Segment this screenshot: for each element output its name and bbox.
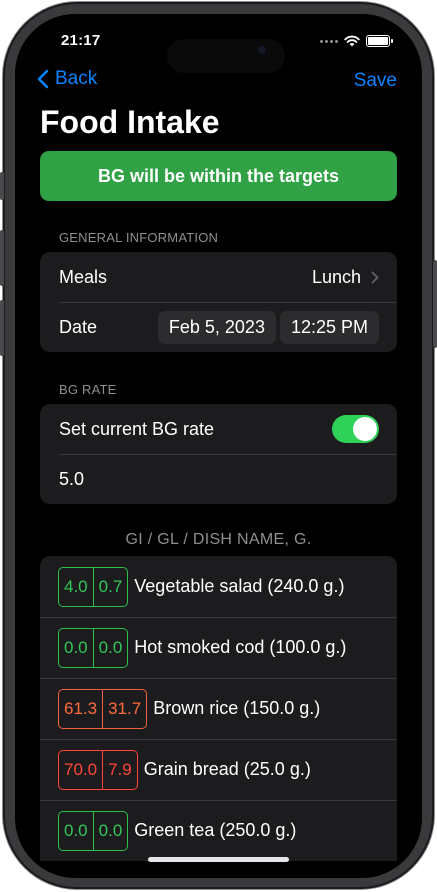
gi-value: 0.0: [64, 637, 88, 657]
gi-gl-badge: 0.0 0.0: [58, 810, 129, 851]
save-button[interactable]: Save: [354, 70, 397, 92]
dynamic-island: [167, 39, 285, 73]
dish-name: Brown rice (150.0 g.): [153, 698, 321, 718]
gi-gl-badge: 0.0 0.0: [58, 627, 129, 668]
food-list-header: GI / GL / DISH NAME, G.: [125, 531, 312, 548]
food-item[interactable]: 70.0 7.9 Grain bread (25.0 g.): [40, 739, 397, 800]
food-item[interactable]: 4.0 0.7 Vegetable salad (240.0 g.): [40, 556, 397, 617]
food-list: 4.0 0.7 Vegetable salad (240.0 g.) 0.0 0…: [40, 556, 397, 861]
gl-value: 7.9: [108, 759, 132, 779]
food-item[interactable]: 61.3 31.7 Brown rice (150.0 g.): [40, 678, 397, 739]
date-label: Date: [59, 316, 98, 337]
battery-icon: [366, 35, 393, 47]
food-item[interactable]: 0.0 0.0 Green tea (250.0 g.): [40, 800, 397, 861]
gi-value: 61.3: [64, 698, 98, 718]
gl-value: 0.0: [98, 820, 123, 840]
meals-value: Lunch: [311, 266, 361, 287]
dish-name: Vegetable salad (240.0 g.): [134, 576, 345, 596]
toggle-knob: [353, 417, 377, 441]
action-button: [0, 172, 4, 200]
row-divider: [40, 617, 397, 618]
gi-gl-badge: 70.0 7.9: [58, 749, 138, 790]
bg-rate-value-row[interactable]: 5.0: [40, 454, 397, 504]
row-divider: [40, 678, 397, 679]
status-icons: [320, 35, 393, 47]
gl-value: 31.7: [108, 698, 142, 718]
dish-name: Grain bread (25.0 g.): [143, 759, 311, 779]
bg-rate-group: Set current BG rate 5.0: [40, 404, 397, 504]
cellular-signal-icon: [320, 39, 338, 43]
dish-name: Hot smoked cod (100.0 g.): [134, 637, 347, 657]
gl-value: 0.0: [98, 637, 123, 657]
bg-rate-toggle[interactable]: [332, 415, 379, 443]
back-label: Back: [55, 68, 98, 89]
date-row: Date Feb 5, 2023 12:25 PM: [40, 302, 397, 352]
bg-rate-toggle-label: Set current BG rate: [59, 418, 215, 439]
camera-icon: [258, 46, 266, 54]
home-indicator[interactable]: [148, 857, 289, 862]
gl-value: 0.7: [98, 576, 123, 596]
wifi-icon: [344, 35, 360, 47]
meals-row[interactable]: Meals Lunch: [40, 252, 397, 302]
page-title: Food Intake: [40, 104, 220, 140]
gi-value: 0.0: [64, 820, 88, 840]
gi-gl-badge: 4.0 0.7: [58, 566, 129, 607]
bg-status-banner: BG will be within the targets: [40, 151, 397, 201]
row-divider: [40, 800, 397, 801]
general-info-header: GENERAL INFORMATION: [59, 230, 219, 245]
gi-value: 4.0: [64, 576, 88, 596]
volume-up-button: [0, 230, 4, 286]
food-item[interactable]: 0.0 0.0 Hot smoked cod (100.0 g.): [40, 617, 397, 678]
row-divider: [40, 739, 397, 740]
meals-label: Meals: [59, 266, 108, 287]
dish-name: Green tea (250.0 g.): [134, 820, 297, 840]
gi-value: 70.0: [64, 759, 98, 779]
volume-down-button: [0, 300, 4, 356]
row-divider: [59, 454, 397, 455]
gi-gl-badge: 61.3 31.7: [58, 688, 148, 729]
status-time: 21:17: [61, 32, 101, 49]
time-picker[interactable]: 12:25 PM: [279, 310, 379, 344]
bg-rate-header: BG RATE: [59, 382, 117, 397]
bg-rate-toggle-row: Set current BG rate: [40, 404, 397, 454]
back-button[interactable]: Back: [37, 68, 97, 90]
bg-rate-value: 5.0: [59, 468, 85, 489]
power-button: [433, 260, 437, 348]
row-divider: [59, 302, 397, 303]
chevron-left-icon: [37, 69, 49, 89]
date-picker[interactable]: Feb 5, 2023: [157, 310, 276, 344]
screen: 21:17 Back Save Food Intake BG will be w…: [15, 14, 422, 878]
general-info-group: Meals Lunch Date Feb 5, 2023 12:25 PM: [40, 252, 397, 352]
chevron-right-icon: [371, 271, 379, 283]
